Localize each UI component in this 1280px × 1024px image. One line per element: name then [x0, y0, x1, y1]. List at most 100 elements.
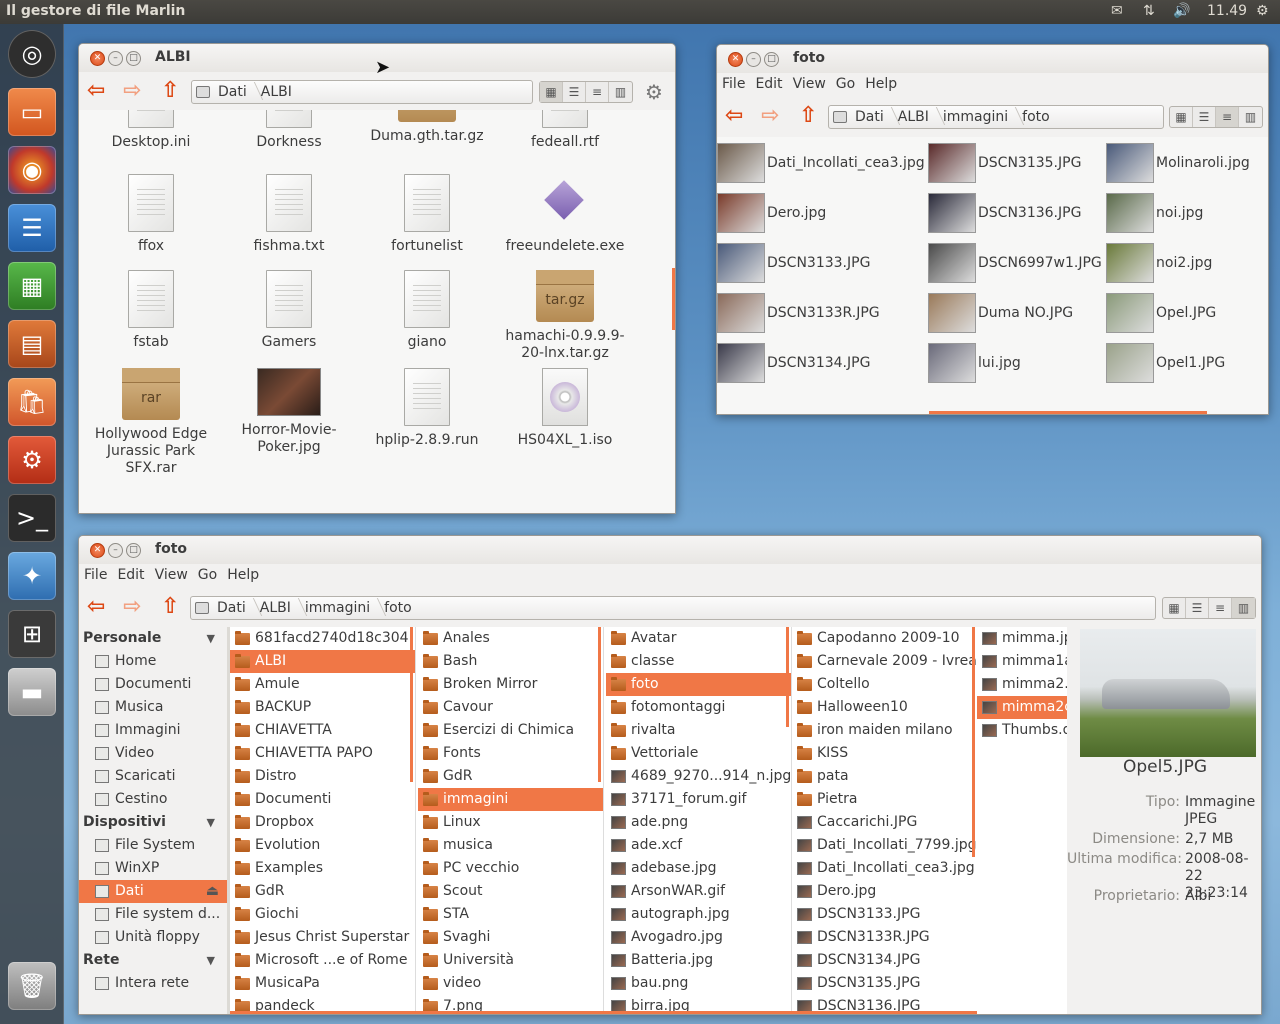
forward-arrow-icon[interactable]: ⇨ — [761, 103, 779, 128]
folder-row[interactable]: Distro — [230, 765, 415, 788]
folder-row[interactable]: 681facd2740d18c304 — [230, 627, 415, 650]
file-row[interactable]: 37171_forum.gif — [606, 788, 791, 811]
marlin-icon[interactable]: ✦ — [8, 552, 56, 600]
folder-row[interactable]: Broken Mirror — [418, 673, 603, 696]
crumb-albi[interactable]: ALBI — [254, 600, 299, 616]
folder-row[interactable]: video — [418, 972, 603, 995]
crumb-albi[interactable]: ALBI — [255, 84, 300, 100]
foto-bottom-titlebar[interactable]: ✕ – □ foto — [79, 536, 1261, 564]
file-item[interactable]: ffox — [82, 174, 220, 255]
file-row[interactable]: Dero.jpg — [792, 880, 977, 903]
up-arrow-icon[interactable]: ⇧ — [161, 78, 179, 103]
menu-view[interactable]: View — [150, 564, 193, 586]
file-item[interactable]: fedeall.rtf — [496, 110, 634, 151]
file-row[interactable]: mimma1a — [977, 650, 1067, 673]
photo-item[interactable]: noi2.jpg — [1106, 243, 1212, 283]
photo-item[interactable]: Dero.jpg — [717, 193, 826, 233]
compact-view-icon[interactable]: ≡ — [1216, 107, 1239, 127]
folder-row[interactable]: fotomontaggi — [606, 696, 791, 719]
up-arrow-icon[interactable]: ⇧ — [799, 103, 817, 128]
sidebar-item[interactable]: Musica — [79, 696, 227, 719]
forward-arrow-icon[interactable]: ⇨ — [123, 594, 141, 619]
sidebar-item[interactable]: Documenti — [79, 673, 227, 696]
crumb-dati[interactable]: Dati — [212, 84, 255, 100]
file-item[interactable]: tar.gz Duma.gth.tar.gz — [358, 110, 496, 145]
photo-item[interactable]: Dati_Incollati_cea3.jpg — [717, 143, 925, 183]
crumb-immagini[interactable]: immagini — [299, 600, 378, 616]
folder-row[interactable]: Bash — [418, 650, 603, 673]
files-icon[interactable]: ▭ — [8, 88, 56, 136]
scrollbar-thumb[interactable] — [672, 268, 675, 330]
menu-view[interactable]: View — [788, 73, 831, 95]
maximize-button[interactable]: □ — [764, 52, 779, 67]
folder-row[interactable]: musica — [418, 834, 603, 857]
folder-row[interactable]: Scout — [418, 880, 603, 903]
file-row[interactable]: ade.xcf — [606, 834, 791, 857]
file-row[interactable]: mimma.jp — [977, 627, 1067, 650]
forward-arrow-icon[interactable]: ⇨ — [123, 78, 141, 103]
settings-icon[interactable]: ⚙ — [8, 436, 56, 484]
session-gear-icon[interactable]: ⚙ — [1256, 3, 1269, 19]
sidebar-item[interactable]: Unità floppy — [79, 926, 227, 949]
folder-row[interactable]: Evolution — [230, 834, 415, 857]
folder-row[interactable]: immagini — [418, 788, 603, 811]
calc-icon[interactable]: ▦ — [8, 262, 56, 310]
sidebar-item[interactable]: Scaricati — [79, 765, 227, 788]
file-row[interactable]: ArsonWAR.gif — [606, 880, 791, 903]
file-item[interactable]: tar.gz hamachi-0.9.9.9-20-lnx.tar.gz — [496, 270, 634, 362]
crumb-foto[interactable]: foto — [378, 600, 420, 616]
drive-icon[interactable]: ▬ — [8, 668, 56, 716]
file-row[interactable]: Dati_Incollati_cea3.jpg — [792, 857, 977, 880]
maximize-button[interactable]: □ — [126, 543, 141, 558]
folder-row[interactable]: Anales — [418, 627, 603, 650]
crumb-albi[interactable]: ALBI — [892, 109, 937, 125]
close-button[interactable]: ✕ — [728, 52, 743, 67]
file-row[interactable]: mimma2c — [977, 696, 1067, 719]
trash-icon[interactable]: 🗑 — [8, 962, 56, 1010]
menu-edit[interactable]: Edit — [750, 73, 787, 95]
photo-item[interactable]: DSCN3134.JPG — [717, 343, 870, 383]
file-row[interactable]: DSCN3135.JPG — [792, 972, 977, 995]
photo-item[interactable]: DSCN3133R.JPG — [717, 293, 880, 333]
horizontal-scrollbar[interactable] — [230, 1011, 977, 1014]
file-row[interactable]: DSCN3134.JPG — [792, 949, 977, 972]
folder-row[interactable]: classe — [606, 650, 791, 673]
file-row[interactable]: autograph.jpg — [606, 903, 791, 926]
file-row[interactable]: Thumbs.d — [977, 719, 1067, 742]
photo-item[interactable]: Opel.JPG — [1106, 293, 1216, 333]
crumb-foto[interactable]: foto — [1016, 109, 1058, 125]
photo-item[interactable]: noi.jpg — [1106, 193, 1203, 233]
menu-help[interactable]: Help — [222, 564, 264, 586]
folder-row[interactable]: MusicaPa — [230, 972, 415, 995]
folder-row[interactable]: Documenti — [230, 788, 415, 811]
file-row[interactable]: DSCN3133R.JPG — [792, 926, 977, 949]
menu-edit[interactable]: Edit — [112, 564, 149, 586]
terminal-icon[interactable]: >_ — [8, 494, 56, 542]
horizontal-scrollbar[interactable] — [929, 411, 1207, 414]
volume-icon[interactable]: 🔊 — [1173, 3, 1190, 19]
writer-icon[interactable]: ☰ — [8, 204, 56, 252]
sidebar-item[interactable]: Home — [79, 650, 227, 673]
menu-go[interactable]: Go — [193, 564, 222, 586]
maximize-button[interactable]: □ — [126, 51, 141, 66]
column-view-icon[interactable]: ▥ — [609, 82, 632, 102]
workspaces-icon[interactable]: ⊞ — [8, 610, 56, 658]
sidebar-item[interactable]: File System — [79, 834, 227, 857]
folder-row[interactable]: BACKUP — [230, 696, 415, 719]
clock[interactable]: 11.49 — [1207, 3, 1247, 19]
folder-row[interactable]: foto — [606, 673, 791, 696]
folder-row[interactable]: KISS — [792, 742, 977, 765]
photo-item[interactable]: lui.jpg — [928, 343, 1021, 383]
icon-view-icon[interactable]: ▦ — [1170, 107, 1193, 127]
firefox-icon[interactable]: ◉ — [8, 146, 56, 194]
column-view-icon[interactable]: ▥ — [1232, 598, 1255, 618]
collapse-triangle-icon[interactable]: ▼ — [207, 627, 215, 650]
folder-row[interactable]: Examples — [230, 857, 415, 880]
close-button[interactable]: ✕ — [90, 543, 105, 558]
photo-item[interactable]: DSCN6997w1.JPG — [928, 243, 1102, 283]
folder-row[interactable]: Jesus Christ Superstar — [230, 926, 415, 949]
list-view-icon[interactable]: ☰ — [563, 82, 586, 102]
list-view-icon[interactable]: ☰ — [1186, 598, 1209, 618]
file-item[interactable]: Gamers — [220, 270, 358, 351]
menu-file[interactable]: File — [717, 73, 750, 95]
